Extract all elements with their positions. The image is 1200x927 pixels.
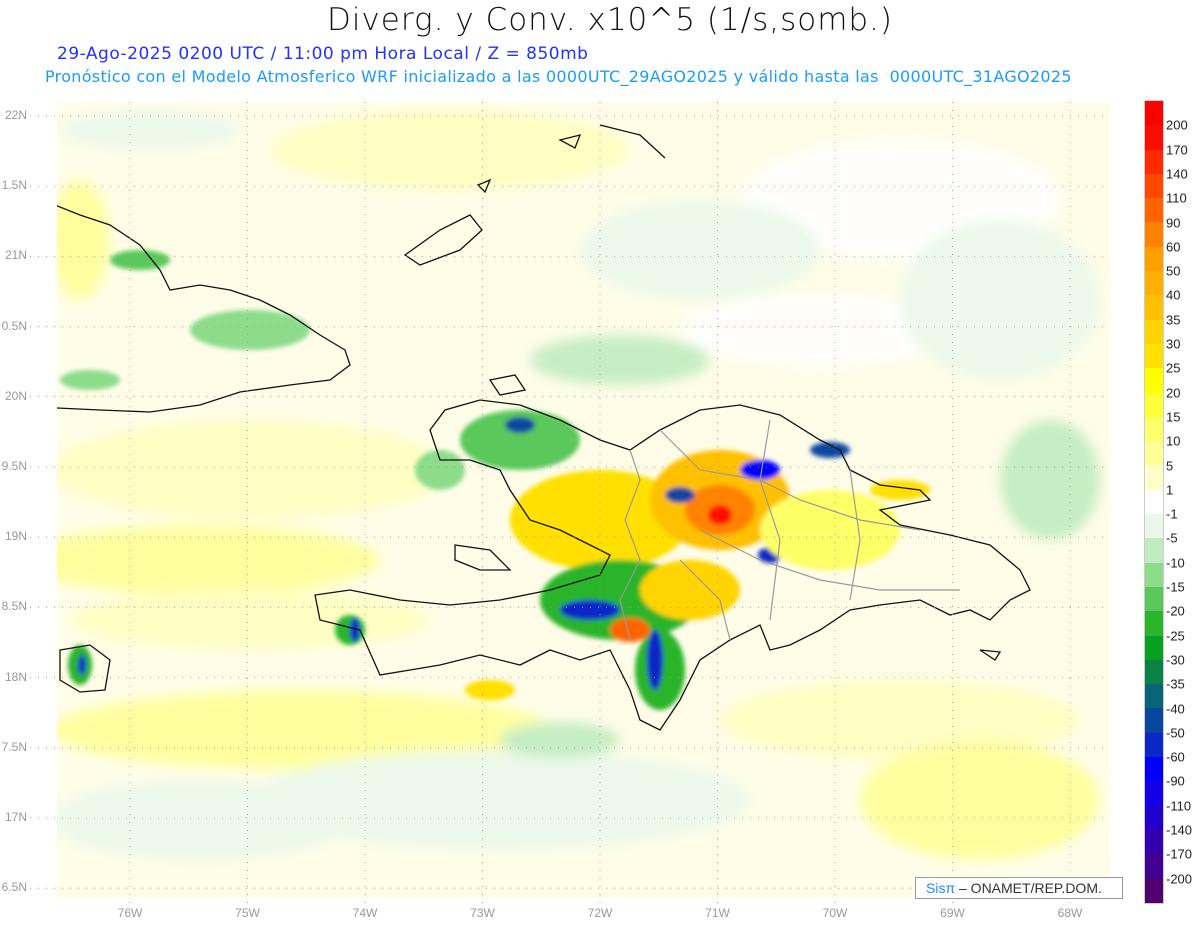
colorbar-label: -5: [1166, 530, 1178, 546]
colorbar-label: -35: [1166, 676, 1185, 692]
colorbar-label: -170: [1166, 846, 1193, 862]
divergence-map: [30, 102, 1110, 903]
colorbar-swatch: [1145, 125, 1163, 150]
colorbar-label: 90: [1166, 215, 1181, 230]
colorbar-swatch: [1145, 173, 1163, 199]
colorbar-label: -40: [1166, 701, 1185, 716]
colorbar-label: -1: [1166, 506, 1178, 522]
colorbar-swatch: [1145, 514, 1163, 539]
credit-text: – ONAMET/REP.DOM.: [959, 880, 1102, 896]
colorbar-label: -10: [1166, 555, 1185, 571]
colorbar-swatch: [1145, 684, 1163, 709]
colorbar-swatch: [1145, 149, 1163, 174]
colorbar-swatch: [1145, 271, 1163, 296]
colorbar-label: 30: [1166, 336, 1181, 352]
lat-label: 20N: [4, 388, 27, 403]
lon-label: 76W: [117, 906, 143, 920]
colorbar-label: -30: [1166, 652, 1185, 668]
lat-label: 21N: [4, 248, 27, 263]
colorbar-label: 35: [1166, 312, 1181, 328]
colorbar-swatch: [1145, 392, 1163, 417]
lon-label: 69W: [940, 906, 965, 920]
colorbar-label: 200: [1166, 117, 1188, 133]
colorbar-swatch: [1145, 878, 1163, 903]
lat-label: 7.5N: [1, 739, 27, 754]
lat-label: 19N: [4, 529, 27, 544]
lat-label: 1.5N: [1, 178, 27, 193]
lat-label: 22N: [4, 108, 27, 122]
colorbar-label: -25: [1166, 628, 1185, 644]
lat-label: 8.5N: [1, 599, 27, 614]
lon-label: 75W: [235, 906, 260, 920]
lat-label: 17N: [4, 810, 27, 824]
colorbar-swatch: [1145, 246, 1163, 272]
colorbar-label: -20: [1166, 603, 1185, 619]
lon-label: 74W: [352, 906, 378, 920]
colorbar-swatch: [1145, 538, 1163, 563]
colorbar-swatch: [1145, 368, 1163, 393]
colorbar-label: 110: [1166, 190, 1187, 206]
colorbar-swatch: [1145, 416, 1163, 442]
colorbar: [1144, 100, 1164, 904]
colorbar-swatch: [1145, 805, 1163, 830]
lat-label: 18N: [4, 669, 27, 684]
colorbar-label: -50: [1166, 725, 1185, 741]
lat-label: 6.5N: [1, 880, 27, 895]
colorbar-label: -140: [1166, 822, 1193, 838]
colorbar-swatch: [1145, 757, 1163, 782]
colorbar-swatch: [1145, 708, 1163, 733]
colorbar-swatch: [1145, 562, 1163, 587]
colorbar-label: -15: [1166, 579, 1185, 595]
colorbar-swatch: [1145, 781, 1163, 806]
colorbar-swatch: [1145, 854, 1163, 879]
colorbar-label: 170: [1166, 142, 1188, 158]
colorbar-label: 5: [1166, 458, 1174, 473]
colorbar-swatch: [1145, 829, 1163, 855]
colorbar-swatch: [1145, 222, 1163, 247]
lon-label: 68W: [1057, 906, 1083, 920]
colorbar-swatch: [1145, 343, 1163, 369]
colorbar-label: 140: [1166, 166, 1188, 182]
colorbar-swatch: [1145, 101, 1163, 126]
sispi-logo: Sisπ: [926, 880, 956, 896]
colorbar-swatch: [1145, 586, 1163, 612]
colorbar-swatch: [1145, 319, 1163, 344]
colorbar-label: 40: [1166, 287, 1181, 303]
credit-box: Sisπ – ONAMET/REP.DOM.: [915, 877, 1123, 899]
lon-label: 72W: [587, 906, 613, 920]
colorbar-swatch: [1145, 489, 1163, 515]
lon-label: 73W: [470, 906, 495, 920]
lat-label: 0.5N: [1, 318, 27, 333]
colorbar-swatch: [1145, 659, 1163, 685]
lon-label: 71W: [705, 906, 730, 920]
colorbar-swatch: [1145, 295, 1163, 320]
colorbar-swatch: [1145, 732, 1163, 758]
colorbar-label: 15: [1166, 409, 1181, 425]
colorbar-swatch: [1145, 611, 1163, 636]
colorbar-label: 60: [1166, 239, 1181, 255]
colorbar-swatch: [1145, 198, 1163, 223]
lon-label: 70W: [822, 906, 848, 920]
colorbar-swatch: [1145, 465, 1163, 490]
colorbar-label: 50: [1166, 263, 1181, 279]
colorbar-label: 1: [1166, 482, 1174, 498]
colorbar-label: -200: [1166, 871, 1193, 887]
colorbar-label: -110: [1166, 798, 1192, 814]
colorbar-swatch: [1145, 635, 1163, 660]
shaded-field: [57, 102, 1110, 898]
colorbar-label: 20: [1166, 385, 1181, 401]
colorbar-label: 10: [1166, 433, 1181, 449]
colorbar-label: 25: [1166, 360, 1181, 376]
colorbar-label: -90: [1166, 773, 1185, 789]
colorbar-swatch: [1145, 441, 1163, 466]
colorbar-label: -60: [1166, 749, 1185, 765]
lat-label: 9.5N: [1, 459, 27, 473]
